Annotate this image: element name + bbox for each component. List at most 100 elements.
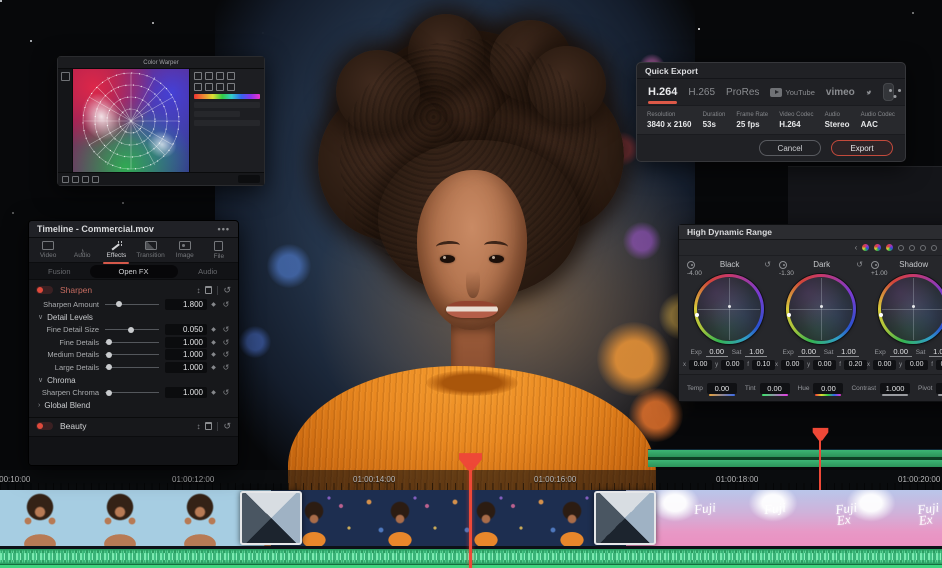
reset-icon[interactable]: ↺ bbox=[856, 260, 863, 269]
warper-tool-icon[interactable] bbox=[205, 83, 213, 91]
value-field[interactable]: 1.800 bbox=[165, 298, 207, 310]
keyframe-icon[interactable]: ◆ bbox=[207, 301, 220, 308]
target-icon[interactable] bbox=[871, 260, 879, 269]
format-youtube[interactable]: YouTube bbox=[770, 87, 815, 97]
tab-image[interactable]: Image bbox=[168, 241, 202, 259]
subtab-audio[interactable]: Audio bbox=[178, 267, 239, 276]
zone-dot-active[interactable] bbox=[862, 244, 870, 251]
tab-effects[interactable]: Effects bbox=[99, 241, 133, 264]
warper-option-row[interactable] bbox=[194, 120, 260, 126]
zone-dot[interactable] bbox=[920, 244, 927, 251]
warper-option-row[interactable] bbox=[194, 111, 241, 117]
target-icon[interactable] bbox=[779, 260, 787, 269]
reset-icon[interactable]: ↺ bbox=[220, 363, 232, 372]
reset-icon[interactable]: ↺ bbox=[220, 300, 232, 309]
warper-bottom-icon[interactable] bbox=[92, 175, 99, 183]
slider[interactable] bbox=[105, 326, 159, 333]
warper-tool-icon[interactable] bbox=[216, 72, 224, 80]
warper-tool-icon[interactable] bbox=[227, 72, 235, 80]
trash-icon[interactable] bbox=[205, 286, 213, 294]
temp-value[interactable]: 0.00 bbox=[706, 382, 737, 396]
zone-dot[interactable] bbox=[909, 244, 916, 251]
sat-value[interactable]: 1.00 bbox=[837, 347, 860, 357]
zone-dot[interactable] bbox=[931, 244, 938, 251]
zone-dot-active[interactable] bbox=[874, 244, 882, 251]
hue-value[interactable]: 0.00 bbox=[813, 382, 844, 396]
cancel-button[interactable]: Cancel bbox=[759, 140, 821, 156]
warper-tool-icon[interactable] bbox=[227, 83, 235, 91]
reset-icon[interactable]: ↺ bbox=[220, 388, 232, 397]
target-icon[interactable] bbox=[687, 260, 695, 269]
slider[interactable] bbox=[105, 364, 159, 371]
value-field[interactable]: 0.050 bbox=[165, 324, 207, 336]
panel-menu-icon[interactable]: ••• bbox=[218, 224, 230, 234]
warper-tool-icon[interactable] bbox=[194, 72, 202, 80]
value-field[interactable]: 1.000 bbox=[165, 387, 207, 399]
clip-laughing-woman[interactable] bbox=[0, 490, 271, 546]
tab-file[interactable]: File bbox=[202, 240, 236, 260]
section-global-blend[interactable]: › Global Blend bbox=[29, 399, 238, 412]
warper-bottom-icon[interactable] bbox=[72, 175, 79, 183]
warper-bottom-icon[interactable] bbox=[62, 175, 69, 183]
falloff-value[interactable]: 0.10 bbox=[935, 360, 942, 370]
reset-icon[interactable]: ↺ bbox=[220, 350, 232, 359]
contrast-value[interactable]: 1.000 bbox=[880, 382, 911, 396]
reset-icon[interactable]: ↺ bbox=[764, 260, 771, 269]
zone-dot-active[interactable] bbox=[886, 244, 894, 251]
reset-icon[interactable]: ↺ bbox=[220, 325, 232, 334]
warper-tool-icon[interactable] bbox=[216, 83, 224, 91]
x-value[interactable]: 0.00 bbox=[781, 360, 805, 370]
keyframe-icon[interactable]: ◆ bbox=[207, 389, 220, 396]
pivot-value[interactable]: 0.00 bbox=[936, 382, 942, 396]
slider[interactable] bbox=[105, 351, 159, 358]
clip-orange-sweater[interactable] bbox=[271, 490, 626, 546]
slider[interactable] bbox=[105, 301, 159, 308]
reset-icon[interactable]: ↺ bbox=[223, 285, 231, 296]
y-value[interactable]: 0.00 bbox=[721, 360, 745, 370]
warper-tool-icon[interactable] bbox=[194, 83, 202, 91]
section-detail-levels[interactable]: ∨ Detail Levels bbox=[29, 311, 238, 324]
slider[interactable] bbox=[105, 389, 159, 396]
color-wheel[interactable] bbox=[786, 274, 856, 344]
keyframe-icon[interactable]: ◆ bbox=[207, 351, 220, 358]
reorder-icon[interactable]: ↕ bbox=[196, 286, 200, 295]
effect-enable-toggle[interactable] bbox=[36, 422, 53, 430]
color-wheel[interactable] bbox=[694, 274, 764, 344]
tint-value[interactable]: 0.00 bbox=[759, 382, 790, 396]
warper-value-box[interactable] bbox=[238, 175, 260, 183]
format-h264[interactable]: H.264 bbox=[648, 86, 678, 104]
effect-enable-toggle[interactable] bbox=[36, 286, 53, 294]
warper-option-row[interactable] bbox=[194, 102, 260, 108]
chevron-left-icon[interactable]: ‹ bbox=[855, 243, 858, 252]
falloff-value[interactable]: 0.20 bbox=[843, 360, 867, 370]
playhead-line[interactable] bbox=[469, 468, 472, 568]
inspector-title-bar[interactable]: Timeline - Commercial.mov ••• bbox=[29, 221, 238, 238]
value-field[interactable]: 1.000 bbox=[165, 349, 207, 361]
cross-dissolve-transition[interactable] bbox=[594, 491, 656, 545]
zone-dot[interactable] bbox=[898, 244, 905, 251]
tab-transition[interactable]: Transition bbox=[134, 241, 168, 259]
warper-bottom-icon[interactable] bbox=[82, 175, 89, 183]
exp-value[interactable]: 0.00 bbox=[797, 347, 820, 357]
reset-icon[interactable]: ↺ bbox=[220, 338, 232, 347]
exp-value[interactable]: 0.00 bbox=[889, 347, 912, 357]
trash-icon[interactable] bbox=[205, 422, 213, 430]
slider[interactable] bbox=[105, 339, 159, 346]
export-button[interactable]: Export bbox=[831, 140, 893, 156]
section-chroma[interactable]: ∨ Chroma bbox=[29, 374, 238, 387]
y-value[interactable]: 0.00 bbox=[905, 360, 929, 370]
keyframe-icon[interactable]: ◆ bbox=[207, 339, 220, 346]
keyframe-icon[interactable]: ◆ bbox=[207, 364, 220, 371]
reorder-icon[interactable]: ↕ bbox=[196, 422, 200, 431]
subtab-openfx[interactable]: Open FX bbox=[89, 264, 178, 278]
x-value[interactable]: 0.00 bbox=[873, 360, 897, 370]
falloff-value[interactable]: 0.10 bbox=[751, 360, 775, 370]
y-value[interactable]: 0.00 bbox=[813, 360, 837, 370]
format-vimeo[interactable]: vimeo bbox=[826, 87, 855, 98]
twitter-icon[interactable] bbox=[866, 87, 872, 98]
tab-video[interactable]: Video bbox=[31, 241, 65, 259]
sat-value[interactable]: 1.00 bbox=[745, 347, 768, 357]
clip-fuji[interactable]: Fuji Fuji Fuji Ex Fuji Ex bbox=[626, 490, 942, 546]
exp-value[interactable]: 0.00 bbox=[705, 347, 728, 357]
tab-audio[interactable]: Audio bbox=[65, 241, 99, 259]
